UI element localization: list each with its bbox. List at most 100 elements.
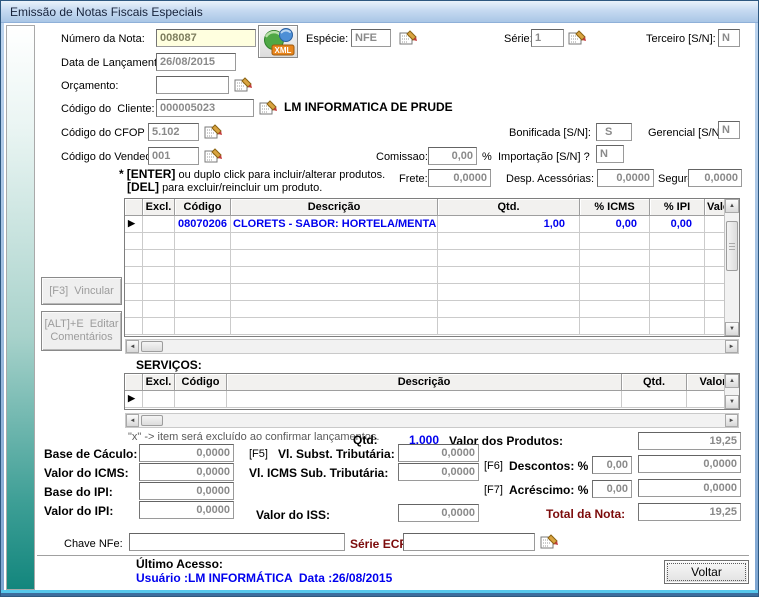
products-empty-row[interactable]: [125, 267, 739, 284]
products-header-icms: % ICMS: [580, 199, 650, 216]
cliente-label: Código do Cliente:: [61, 103, 155, 115]
xml-button[interactable]: XML: [258, 25, 298, 58]
desp-acessorias-field[interactable]: 0,0000: [597, 169, 654, 187]
valor-icms-field[interactable]: 0,0000: [139, 463, 234, 481]
products-empty-row[interactable]: [125, 233, 739, 250]
products-empty-row[interactable]: [125, 250, 739, 267]
orcamento-label: Orçamento:: [61, 80, 118, 92]
scrollbar-thumb[interactable]: [726, 221, 738, 271]
bonificada-field[interactable]: S: [596, 123, 632, 141]
xml-globes-icon: XML: [260, 27, 296, 56]
ultimo-acesso-label: Último Acesso:: [136, 558, 223, 570]
terceiro-field[interactable]: N: [718, 29, 740, 47]
products-empty-row[interactable]: [125, 318, 739, 335]
f6-key-label: [F6]: [484, 460, 503, 472]
descontos-percent-field[interactable]: 0,00: [592, 456, 632, 474]
descontos-value-field[interactable]: 0,0000: [638, 455, 741, 473]
vendedor-lookup-icon[interactable]: [204, 148, 223, 164]
cell-icms[interactable]: 0,00: [580, 216, 650, 232]
products-vertical-scrollbar[interactable]: ▲ ▼: [724, 199, 739, 336]
cliente-lookup-icon[interactable]: [259, 100, 278, 116]
scroll-right-icon[interactable]: ►: [725, 414, 738, 427]
cell-descricao[interactable]: CLORETS - SABOR: HORTELA/MENTA - 10: [231, 216, 438, 232]
valor-ipi-field[interactable]: 0,0000: [139, 501, 234, 519]
svg-text:XML: XML: [275, 46, 292, 55]
gerencial-field[interactable]: N: [718, 121, 740, 139]
scroll-down-icon[interactable]: ▼: [725, 395, 739, 409]
valor-produtos-field[interactable]: 19,25: [638, 432, 741, 450]
comissao-label: Comissao:: [376, 151, 428, 163]
orcamento-field[interactable]: [156, 76, 229, 94]
especie-field[interactable]: NFE: [351, 29, 391, 47]
numero-nota-field[interactable]: 008087: [156, 29, 256, 47]
window-border-left: [1, 23, 4, 596]
products-horizontal-scrollbar[interactable]: ◄ ►: [125, 339, 739, 354]
valor-icms-label: Valor do ICMS:: [44, 467, 129, 479]
data-lancamento-field[interactable]: 26/08/2015: [156, 53, 236, 71]
window-title: Emissão de Notas Fiscais Especiais: [10, 5, 203, 19]
icms-sub-tributaria-field[interactable]: 0,0000: [398, 463, 479, 481]
acrescimo-label: Acréscimo: %: [509, 484, 588, 496]
scroll-up-icon[interactable]: ▲: [725, 199, 739, 213]
importacao-label: Importação [S/N] ?: [498, 151, 590, 163]
base-calculo-field[interactable]: 0,0000: [139, 444, 234, 462]
exclusion-note: "x" -> item será excluído ao confirmar l…: [128, 431, 379, 443]
subst-tributaria-field[interactable]: 0,0000: [398, 444, 479, 462]
services-empty-row[interactable]: ▶: [125, 391, 739, 408]
services-grid[interactable]: Excl. Código Descrição Qtd. Valor ▶ ▲ ▼: [124, 373, 740, 410]
products-row-selected[interactable]: ▶ 08070206 CLORETS - SABOR: HORTELA/MENT…: [125, 216, 739, 233]
products-header-row: Excl. Código Descrição Qtd. % ICMS % IPI…: [125, 199, 739, 216]
valor-iss-field[interactable]: 0,0000: [398, 504, 479, 522]
acrescimo-value-field[interactable]: 0,0000: [638, 479, 741, 497]
terceiro-label: Terceiro [S/N]:: [646, 33, 716, 45]
chave-nfe-field[interactable]: [129, 533, 345, 551]
cell-ipi[interactable]: 0,00: [650, 216, 705, 232]
scroll-right-icon[interactable]: ►: [725, 340, 738, 353]
cfop-field[interactable]: 5.102: [148, 123, 199, 141]
scroll-left-icon[interactable]: ◄: [126, 414, 139, 427]
serie-ecf-lookup-icon[interactable]: [540, 534, 559, 550]
services-header-indicator: [125, 374, 143, 391]
acrescimo-percent-field[interactable]: 0,00: [592, 480, 632, 498]
cell-qtd[interactable]: 1,00: [438, 216, 580, 232]
data-lancamento-label: Data de Lançamento:: [61, 57, 166, 69]
services-vertical-scrollbar[interactable]: ▲ ▼: [724, 374, 739, 409]
scrollbar-thumb[interactable]: [141, 341, 163, 352]
base-ipi-field[interactable]: 0,0000: [139, 482, 234, 500]
scroll-up-icon[interactable]: ▲: [725, 374, 739, 388]
vendedor-field[interactable]: 001: [148, 147, 199, 165]
especie-lookup-icon[interactable]: [399, 30, 418, 46]
products-empty-row[interactable]: [125, 284, 739, 301]
total-nota-field[interactable]: 19,25: [638, 503, 741, 521]
frete-field[interactable]: 0,0000: [428, 169, 491, 187]
orcamento-lookup-icon[interactable]: [234, 77, 253, 93]
editar-comentarios-button[interactable]: [ALT]+E Editar Comentários: [41, 311, 122, 351]
serie-lookup-icon[interactable]: [568, 30, 587, 46]
cell-excl[interactable]: [143, 216, 175, 232]
serie-ecf-field[interactable]: [403, 533, 535, 551]
servicos-title: SERVIÇOS:: [136, 359, 202, 371]
services-header-excl: Excl.: [143, 374, 175, 391]
serie-field[interactable]: 1: [531, 29, 564, 47]
services-horizontal-scrollbar[interactable]: ◄ ►: [125, 413, 739, 428]
base-ipi-label: Base do IPI:: [44, 486, 113, 498]
title-bar[interactable]: Emissão de Notas Fiscais Especiais: [1, 1, 758, 23]
sidebar-gradient-strip: [6, 25, 35, 590]
serie-label: Série:: [504, 33, 533, 45]
products-empty-row[interactable]: [125, 301, 739, 318]
total-nota-label: Total da Nota:: [546, 508, 625, 520]
numero-nota-label: Número da Nota:: [61, 33, 145, 45]
scroll-left-icon[interactable]: ◄: [126, 340, 139, 353]
comissao-field[interactable]: 0,00: [428, 147, 477, 165]
cliente-field[interactable]: 000005023: [156, 99, 254, 117]
cfop-lookup-icon[interactable]: [204, 124, 223, 140]
scroll-down-icon[interactable]: ▼: [725, 322, 739, 336]
row-selector-icon: ▶: [125, 216, 143, 232]
scrollbar-thumb[interactable]: [141, 415, 163, 426]
seguro-field[interactable]: 0,0000: [688, 169, 742, 187]
cell-codigo[interactable]: 08070206: [175, 216, 231, 232]
products-grid[interactable]: Excl. Código Descrição Qtd. % ICMS % IPI…: [124, 198, 740, 337]
voltar-button[interactable]: Voltar: [664, 560, 749, 584]
importacao-field[interactable]: N: [596, 145, 624, 163]
vincular-button[interactable]: [F3] Vincular: [41, 277, 122, 305]
